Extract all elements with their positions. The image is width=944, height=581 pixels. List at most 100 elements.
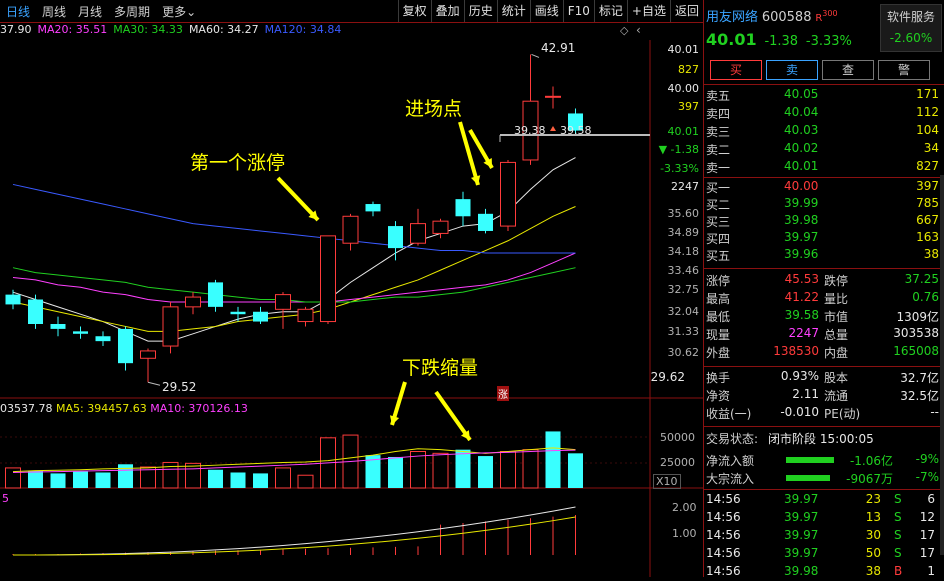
buy-button[interactable]: 买 — [710, 60, 762, 80]
bid-row[interactable]: 买三 39.98 667 — [704, 213, 944, 230]
tick-row: 14:56 39.97 50 S 17 — [704, 546, 944, 563]
candles — [5, 53, 650, 386]
ask-row[interactable]: 卖一 40.01 827 — [704, 159, 944, 176]
flow-bar — [786, 457, 834, 463]
stat-label: 收益(一) — [706, 407, 752, 421]
stat-row: 现量 2247 总量 303538 — [704, 326, 944, 343]
stock-header: 用友网络 600588 R300 — [706, 6, 838, 25]
volume-bar — [230, 472, 246, 488]
volume-axis-label: 25000 — [660, 456, 695, 469]
tick-volume: 23 — [865, 492, 881, 506]
axis-label: 40.00 — [667, 82, 700, 95]
ask-row[interactable]: 卖二 40.02 34 — [704, 141, 944, 158]
box-right-label: 39.58 — [560, 124, 592, 137]
stat-value: -0.010 — [780, 405, 819, 419]
stat-row: 最低 39.58 市值 1309亿 — [704, 308, 944, 325]
sector-box[interactable]: 软件服务 -2.60% — [880, 4, 942, 52]
volume-bars — [5, 431, 583, 489]
divider — [704, 84, 944, 85]
book-volume: 171 — [916, 87, 939, 101]
candle-body — [388, 226, 403, 249]
volume-bar — [545, 431, 561, 488]
volume-bar — [297, 474, 314, 489]
candle-body — [140, 350, 156, 359]
divider — [704, 268, 944, 269]
trade-status-label: 交易状态: — [706, 432, 759, 446]
volume-axis-label: 50000 — [660, 431, 695, 444]
candle-body — [230, 311, 246, 315]
ask-row[interactable]: 卖三 40.03 104 — [704, 123, 944, 140]
sell-button[interactable]: 卖 — [766, 60, 818, 80]
book-price: 40.00 — [784, 179, 819, 193]
indicator-bars — [12, 506, 576, 556]
ask-row[interactable]: 卖四 40.04 112 — [704, 105, 944, 122]
candle-body — [50, 324, 66, 329]
book-volume: 397 — [916, 179, 939, 193]
volume-bar — [500, 451, 516, 489]
stat-value: 0.76 — [912, 290, 939, 304]
stat-label: 股本 — [824, 371, 849, 385]
stat-label: 净资 — [706, 389, 731, 403]
flow-value: -1.06亿 — [849, 454, 893, 468]
axis-label: 2247 — [671, 180, 699, 193]
stat-value: 138530 — [773, 344, 819, 358]
candle-body — [342, 215, 359, 244]
book-price: 40.05 — [784, 87, 819, 101]
axis-label: 31.33 — [667, 325, 700, 338]
alert-button[interactable]: 警 — [878, 60, 930, 80]
sector-name: 软件服务 — [886, 10, 935, 24]
candle-body — [118, 328, 133, 364]
annotation-entry-point: 进场点 — [405, 98, 463, 120]
volume-bar — [568, 453, 583, 488]
stat-row: 涨停 45.53 跌停 37.25 — [704, 272, 944, 289]
bid-row[interactable]: 买二 39.99 785 — [704, 196, 944, 213]
marker-icon — [550, 125, 556, 131]
axis-label: 35.60 — [667, 207, 700, 220]
tick-price: 39.97 — [784, 546, 819, 560]
book-label: 卖一 — [706, 161, 731, 175]
flow-row: 大宗流入 -9067万 -7% — [704, 470, 944, 487]
pointer-line — [147, 381, 161, 386]
divider — [704, 489, 944, 490]
tick-row: 14:56 39.97 30 S 17 — [704, 528, 944, 545]
candle-body — [95, 336, 111, 342]
chart-grid — [0, 40, 703, 577]
tick-time: 14:56 — [706, 546, 741, 560]
r-tag-num: 300 — [822, 9, 838, 18]
flow-bar — [786, 475, 830, 481]
volume-bar — [28, 470, 43, 488]
book-price: 40.01 — [784, 159, 819, 173]
kline-chart[interactable] — [0, 0, 703, 577]
bid-row[interactable]: 买四 39.97 163 — [704, 230, 944, 247]
candle-body — [253, 311, 268, 322]
book-label: 卖三 — [706, 125, 731, 139]
volume-value: 03537.78 — [0, 402, 53, 415]
book-price: 40.02 — [784, 141, 819, 155]
volume-bar — [275, 467, 291, 489]
ask-row[interactable]: 卖五 40.05 171 — [704, 87, 944, 104]
scrollbar[interactable] — [940, 175, 944, 555]
volume-legend: 03537.78 MA5: 394457.63 MA10: 370126.13 — [0, 402, 248, 415]
book-label: 买一 — [706, 181, 731, 195]
candle-body — [208, 282, 223, 307]
stat-label: 现量 — [706, 328, 731, 342]
pointer-line — [531, 53, 540, 58]
stat-value: 0.93% — [780, 369, 819, 383]
volume-bar — [185, 462, 201, 489]
book-volume: 827 — [916, 159, 939, 173]
flow-pct: -9% — [915, 452, 939, 466]
trade-buttons: 买 卖 查 警 — [710, 60, 930, 80]
query-button[interactable]: 查 — [822, 60, 874, 80]
stat-label: 市值 — [824, 310, 849, 324]
book-label: 卖四 — [706, 107, 731, 121]
bid-row[interactable]: 买五 39.96 38 — [704, 247, 944, 264]
axis-label: 32.75 — [667, 283, 700, 296]
axis-label: 30.62 — [667, 346, 700, 359]
tick-side: S — [894, 546, 902, 560]
book-volume: 34 — [923, 141, 939, 155]
tick-row: 14:56 39.97 13 S 12 — [704, 510, 944, 527]
tick-price: 39.97 — [784, 510, 819, 524]
stat-label: 跌停 — [824, 274, 849, 288]
bid-row[interactable]: 买一 40.00 397 — [704, 179, 944, 196]
book-label: 买五 — [706, 249, 731, 263]
